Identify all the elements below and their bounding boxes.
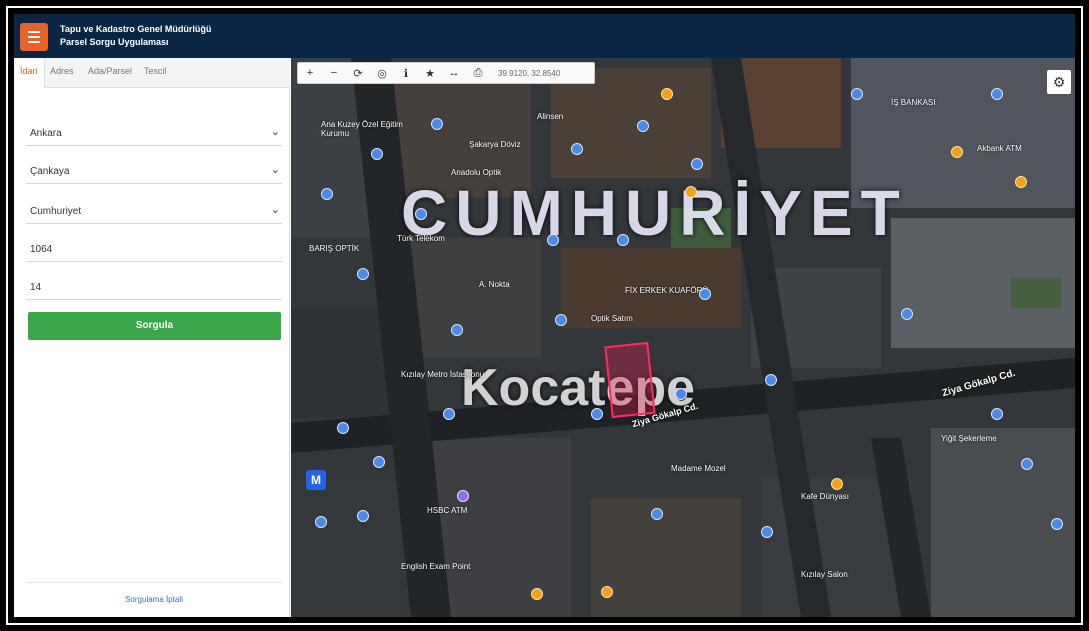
- poi-pin-icon[interactable]: [691, 158, 703, 170]
- app-window: Tapu ve Kadastro Genel Müdürlüğü Parsel …: [14, 14, 1075, 617]
- poi-label: HSBC ATM: [427, 506, 468, 515]
- poi-pin-icon[interactable]: [371, 148, 383, 160]
- tab-ada-parsel[interactable]: Ada/Parsel: [88, 66, 132, 76]
- poi-pin-icon[interactable]: [1021, 458, 1033, 470]
- poi-pin-icon[interactable]: [699, 288, 711, 300]
- poi-pin-icon[interactable]: [1015, 176, 1027, 188]
- ilce-value: Çankaya: [30, 166, 70, 177]
- tab-idari[interactable]: İdari: [14, 58, 45, 88]
- poi-pin-icon[interactable]: [601, 586, 613, 598]
- print-icon[interactable]: ⎙: [466, 67, 490, 80]
- tab-tescil[interactable]: Tescil: [144, 66, 167, 76]
- poi-label: Şakarya Döviz: [469, 140, 521, 149]
- poi-pin-icon[interactable]: [431, 118, 443, 130]
- metro-station-icon[interactable]: M: [306, 470, 326, 490]
- ada-input[interactable]: 1064: [26, 236, 282, 262]
- app-title: Tapu ve Kadastro Genel Müdürlüğü Parsel …: [60, 23, 211, 49]
- poi-label: Yiğit Şekerleme: [941, 434, 997, 443]
- poi-pin-icon[interactable]: [901, 308, 913, 320]
- measure-icon[interactable]: ↔: [442, 67, 466, 79]
- app-header: Tapu ve Kadastro Genel Müdürlüğü Parsel …: [14, 14, 1075, 58]
- poi-label: Türk Telekom: [397, 234, 445, 243]
- poi-pin-icon[interactable]: [415, 208, 427, 220]
- info-icon[interactable]: ℹ: [394, 67, 418, 80]
- il-value: Ankara: [30, 128, 62, 139]
- poi-label: BARIŞ OPTİK: [309, 244, 360, 253]
- poi-pin-icon[interactable]: [661, 88, 673, 100]
- poi-pin-icon[interactable]: [531, 588, 543, 600]
- poi-label: Kızılay Metro İstasyonu: [401, 370, 485, 379]
- minus-icon[interactable]: −: [322, 67, 346, 79]
- chevron-down-icon: ⌄: [270, 164, 280, 176]
- parsel-input[interactable]: 14: [26, 274, 282, 300]
- plus-icon[interactable]: +: [298, 67, 322, 79]
- poi-label: Kızılay Salon: [801, 570, 848, 579]
- app-title-line2: Parsel Sorgu Uygulaması: [60, 37, 169, 47]
- parsel-value: 14: [30, 282, 42, 293]
- poi-pin-icon[interactable]: [761, 526, 773, 538]
- mahalle-select[interactable]: Cumhuriyet ⌄: [26, 198, 282, 224]
- poi-pin-icon[interactable]: [547, 234, 559, 246]
- poi-pin-icon[interactable]: [357, 268, 369, 280]
- poi-pin-icon[interactable]: [357, 510, 369, 522]
- poi-label: Madame Mozel: [671, 464, 726, 473]
- poi-pin-icon[interactable]: [591, 408, 603, 420]
- poi-label: Alinsen: [537, 112, 564, 121]
- poi-pin-icon[interactable]: [685, 186, 697, 198]
- poi-pin-icon[interactable]: [373, 456, 385, 468]
- neighborhood-label: CUMHURİYET: [401, 177, 908, 249]
- poi-label: Akbank ATM: [977, 144, 1022, 153]
- poi-pin-icon[interactable]: [765, 374, 777, 386]
- poi-pin-icon[interactable]: [1051, 518, 1063, 530]
- chevron-down-icon: ⌄: [270, 126, 280, 138]
- poi-label: Anadolu Optik: [451, 168, 502, 177]
- poi-pin-icon[interactable]: [851, 88, 863, 100]
- selected-parcel[interactable]: [604, 341, 656, 419]
- target-icon[interactable]: ◎: [370, 67, 394, 80]
- poi-pin-icon[interactable]: [571, 143, 583, 155]
- cancel-query-link[interactable]: Sorgulama İptali: [26, 582, 282, 604]
- query-button[interactable]: Sorgula: [28, 312, 281, 340]
- chevron-down-icon: ⌄: [270, 204, 280, 216]
- gear-icon[interactable]: ⚙: [1047, 70, 1071, 94]
- poi-pin-icon[interactable]: [443, 408, 455, 420]
- query-sidebar: İdari Adres Ada/Parsel Tescil Ankara ⌄ Ç…: [14, 58, 290, 617]
- poi-label: English Exam Point: [401, 562, 471, 571]
- poi-pin-icon[interactable]: [651, 508, 663, 520]
- poi-label: İŞ BANKASI: [891, 98, 936, 107]
- poi-pin-icon[interactable]: [337, 422, 349, 434]
- ada-value: 1064: [30, 244, 53, 255]
- poi-label: Ana Kuzey Özel Eğitim Kurumu: [321, 120, 403, 138]
- il-select[interactable]: Ankara ⌄: [26, 120, 282, 146]
- star-icon[interactable]: ★: [418, 67, 442, 80]
- poi-pin-icon[interactable]: [951, 146, 963, 158]
- satellite-imagery: [291, 58, 1075, 617]
- poi-label: A. Nokta: [479, 280, 510, 289]
- poi-pin-icon[interactable]: [555, 314, 567, 326]
- poi-pin-icon[interactable]: [637, 120, 649, 132]
- hamburger-menu-icon[interactable]: [20, 23, 48, 51]
- poi-pin-icon[interactable]: [991, 408, 1003, 420]
- app-title-line1: Tapu ve Kadastro Genel Müdürlüğü: [60, 24, 212, 34]
- poi-pin-icon[interactable]: [617, 234, 629, 246]
- poi-pin-icon[interactable]: [315, 516, 327, 528]
- mahalle-value: Cumhuriyet: [30, 206, 82, 217]
- refresh-icon[interactable]: ⟳: [346, 67, 370, 80]
- ilce-select[interactable]: Çankaya ⌄: [26, 158, 282, 184]
- poi-pin-icon[interactable]: [831, 478, 843, 490]
- poi-pin-icon[interactable]: [457, 490, 469, 502]
- tab-adres[interactable]: Adres: [50, 66, 74, 76]
- poi-pin-icon[interactable]: [991, 88, 1003, 100]
- coordinate-readout: 39.9120, 32.8540: [498, 68, 561, 78]
- poi-pin-icon[interactable]: [675, 388, 687, 400]
- area-label: Kocatepe: [461, 359, 696, 417]
- poi-label: Optik Satım: [591, 314, 633, 323]
- poi-pin-icon[interactable]: [451, 324, 463, 336]
- poi-label: Kafe Dünyası: [801, 492, 850, 501]
- query-tabs: İdari Adres Ada/Parsel Tescil: [14, 58, 290, 88]
- poi-pin-icon[interactable]: [321, 188, 333, 200]
- poi-label: FİX ERKEK KUAFÖRÜ: [625, 286, 709, 295]
- map-view[interactable]: CUMHURİYET Kocatepe Ziya Gökalp Cd. Ziya…: [291, 58, 1075, 617]
- map-toolbar: + − ⟳ ◎ ℹ ★ ↔ ⎙ 39.9120, 32.8540: [297, 62, 595, 84]
